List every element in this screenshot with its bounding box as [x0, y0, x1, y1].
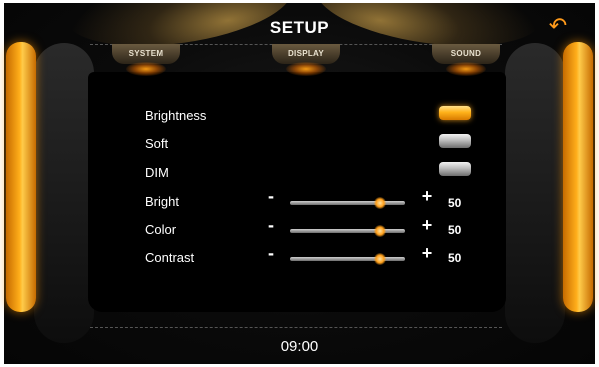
- slider-label-bright: Bright: [145, 194, 179, 209]
- bright-minus-button[interactable]: -: [263, 186, 279, 207]
- tab-display[interactable]: DISPLAY: [264, 44, 348, 80]
- tab-glow-indicator: [446, 62, 486, 76]
- color-slider-knob[interactable]: [373, 225, 386, 237]
- tab-glow-indicator: [286, 62, 326, 76]
- tab-label: DISPLAY: [287, 49, 325, 58]
- mode-label-dim: DIM: [145, 165, 169, 180]
- tab-glow-indicator: [126, 62, 166, 76]
- dim-mode-toggle[interactable]: [439, 162, 471, 176]
- contrast-value: 50: [448, 251, 462, 265]
- right-frame-panel: [505, 43, 565, 343]
- color-value: 50: [448, 223, 462, 237]
- clock: 09:00: [280, 338, 319, 355]
- tab-label: SYSTEM: [128, 49, 164, 58]
- page-title: SETUP: [269, 18, 330, 37]
- left-frame-panel: [34, 43, 94, 343]
- contrast-plus-button[interactable]: +: [419, 243, 435, 264]
- bottom-divider: [90, 327, 502, 328]
- slider-label-contrast: Contrast: [145, 250, 195, 265]
- contrast-slider-knob[interactable]: [373, 253, 386, 265]
- setup-screen: SETUP ↶ SYSTEM DISPLAY SOUND Brightness …: [0, 0, 599, 367]
- tab-label: SOUND: [450, 49, 482, 58]
- bright-value: 50: [448, 196, 462, 210]
- color-plus-button[interactable]: +: [419, 215, 435, 236]
- mode-label-soft: Soft: [145, 136, 169, 151]
- mode-label-brightness: Brightness: [145, 108, 207, 123]
- slider-label-color: Color: [145, 222, 177, 237]
- contrast-slider[interactable]: [290, 253, 405, 265]
- color-minus-button[interactable]: -: [263, 215, 279, 236]
- color-slider[interactable]: [290, 225, 405, 237]
- bright-slider[interactable]: [290, 197, 405, 209]
- tab-sound[interactable]: SOUND: [424, 44, 508, 80]
- bright-slider-knob[interactable]: [373, 197, 386, 209]
- brightness-mode-toggle[interactable]: [439, 106, 471, 120]
- tab-system[interactable]: SYSTEM: [104, 44, 188, 80]
- back-arrow-icon: ↶: [548, 13, 568, 38]
- right-amber-sidebar: [563, 42, 593, 312]
- back-button[interactable]: ↶: [546, 14, 570, 38]
- soft-mode-toggle[interactable]: [439, 134, 471, 148]
- bright-plus-button[interactable]: +: [419, 186, 435, 207]
- left-amber-sidebar: [6, 42, 36, 312]
- contrast-minus-button[interactable]: -: [263, 243, 279, 264]
